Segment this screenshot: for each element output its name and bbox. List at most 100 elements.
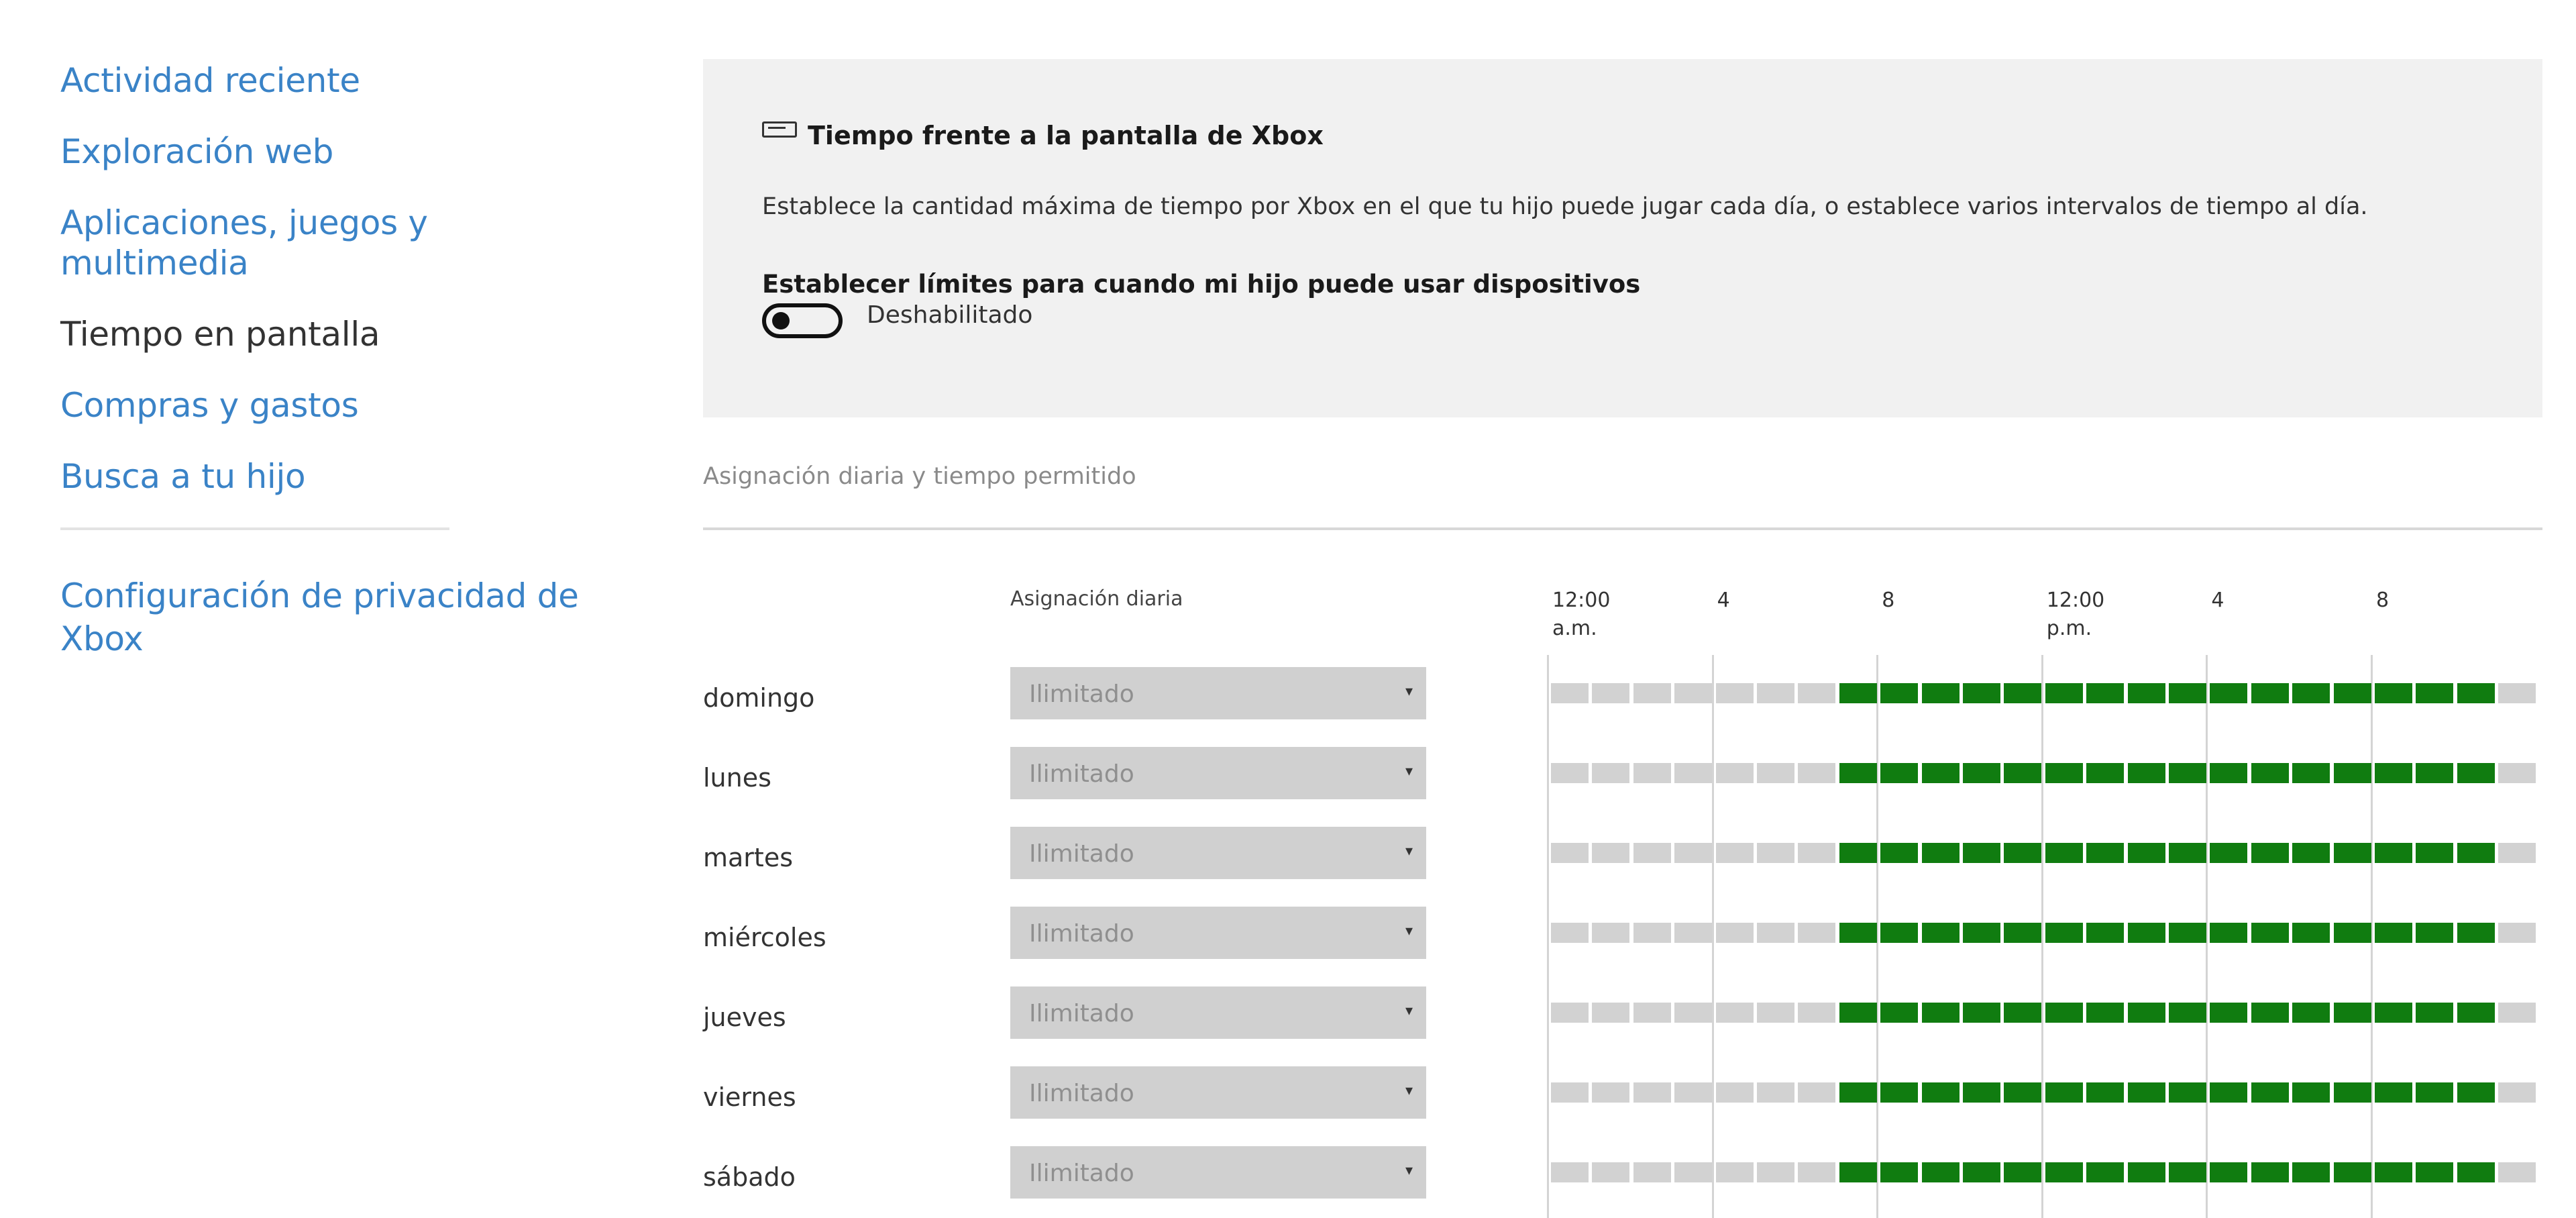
time-slot-blocked[interactable]	[2498, 1003, 2536, 1023]
daily-allowance-select[interactable]: Ilimitado ▾	[1010, 1146, 1426, 1199]
time-slot-allowed[interactable]	[2416, 1003, 2454, 1023]
time-slot-allowed[interactable]	[2210, 1003, 2248, 1023]
time-slot-allowed[interactable]	[1880, 763, 1919, 783]
time-slot-blocked[interactable]	[1757, 843, 1794, 863]
time-slot-allowed[interactable]	[2333, 923, 2371, 943]
time-slot-allowed[interactable]	[2210, 843, 2248, 863]
time-slot-blocked[interactable]	[1757, 763, 1794, 783]
time-slot-allowed[interactable]	[2251, 1162, 2289, 1182]
time-slot-blocked[interactable]	[1757, 683, 1794, 703]
time-slot-allowed[interactable]	[1839, 683, 1877, 703]
time-slot-allowed[interactable]	[2169, 1082, 2206, 1103]
time-slot-blocked[interactable]	[1757, 1003, 1794, 1023]
time-slot-allowed[interactable]	[2045, 683, 2083, 703]
time-slot-allowed[interactable]	[2004, 843, 2042, 863]
time-slot-blocked[interactable]	[1551, 763, 1589, 783]
time-slot-blocked[interactable]	[1798, 1003, 1836, 1023]
time-slot-blocked[interactable]	[1633, 683, 1671, 703]
time-slot-allowed[interactable]	[2045, 763, 2083, 783]
time-slot-blocked[interactable]	[1798, 843, 1836, 863]
time-slot-allowed[interactable]	[1963, 923, 2000, 943]
time-slot-allowed[interactable]	[1963, 1082, 2000, 1103]
time-slot-allowed[interactable]	[2004, 1082, 2042, 1103]
time-slot-allowed[interactable]	[2292, 763, 2330, 783]
time-slot-allowed[interactable]	[2375, 1003, 2412, 1023]
time-slot-blocked[interactable]	[1551, 1003, 1589, 1023]
time-slot-blocked[interactable]	[2498, 843, 2536, 863]
time-slot-blocked[interactable]	[1592, 683, 1630, 703]
time-slot-allowed[interactable]	[2375, 923, 2412, 943]
time-slot-allowed[interactable]	[1839, 923, 1877, 943]
time-slot-allowed[interactable]	[2210, 763, 2248, 783]
time-slot-blocked[interactable]	[1592, 1162, 1630, 1182]
time-slot-blocked[interactable]	[1551, 843, 1589, 863]
time-slot-blocked[interactable]	[1592, 1003, 1630, 1023]
time-slot-allowed[interactable]	[2333, 843, 2371, 863]
time-slot-allowed[interactable]	[2292, 923, 2330, 943]
daily-allowance-select[interactable]: Ilimitado ▾	[1010, 907, 1426, 959]
time-slot-blocked[interactable]	[1633, 1162, 1671, 1182]
daily-allowance-select[interactable]: Ilimitado ▾	[1010, 667, 1426, 719]
time-slot-allowed[interactable]	[2169, 923, 2206, 943]
sidebar-item-screen-time[interactable]: Tiempo en pantalla	[60, 314, 597, 354]
time-slot-allowed[interactable]	[2169, 1162, 2206, 1182]
time-slot-allowed[interactable]	[2457, 923, 2495, 943]
time-slot-blocked[interactable]	[1715, 923, 1754, 943]
time-slot-allowed[interactable]	[2004, 683, 2042, 703]
time-slot-allowed[interactable]	[2375, 683, 2412, 703]
time-slot-blocked[interactable]	[2498, 683, 2536, 703]
time-slot-allowed[interactable]	[2375, 1162, 2412, 1182]
sidebar-item-web-browsing[interactable]: Exploración web	[60, 132, 597, 172]
time-slot-blocked[interactable]	[1715, 683, 1754, 703]
time-slot-allowed[interactable]	[1880, 1162, 1919, 1182]
time-slot-allowed[interactable]	[2086, 843, 2125, 863]
time-slot-allowed[interactable]	[2457, 1082, 2495, 1103]
time-slot-allowed[interactable]	[1839, 1003, 1877, 1023]
time-slot-allowed[interactable]	[2045, 923, 2083, 943]
time-slot-allowed[interactable]	[1839, 1162, 1877, 1182]
time-slot-allowed[interactable]	[2004, 1162, 2042, 1182]
time-slot-blocked[interactable]	[1551, 1082, 1589, 1103]
time-slot-allowed[interactable]	[2292, 1003, 2330, 1023]
time-slot-allowed[interactable]	[2251, 923, 2289, 943]
time-slot-allowed[interactable]	[2086, 1082, 2125, 1103]
time-slot-allowed[interactable]	[2333, 763, 2371, 783]
time-slot-allowed[interactable]	[2292, 1082, 2330, 1103]
time-slot-allowed[interactable]	[1963, 763, 2000, 783]
daily-allowance-select[interactable]: Ilimitado ▾	[1010, 747, 1426, 799]
time-slot-allowed[interactable]	[1921, 923, 1960, 943]
time-slot-allowed[interactable]	[2251, 1003, 2289, 1023]
time-slot-allowed[interactable]	[2127, 1003, 2165, 1023]
time-slot-blocked[interactable]	[1757, 1162, 1794, 1182]
time-slot-allowed[interactable]	[2169, 683, 2206, 703]
time-slot-allowed[interactable]	[1963, 843, 2000, 863]
time-slot-allowed[interactable]	[2086, 923, 2125, 943]
time-slot-blocked[interactable]	[1715, 1082, 1754, 1103]
time-slot-allowed[interactable]	[2004, 1003, 2042, 1023]
time-slot-allowed[interactable]	[2127, 843, 2165, 863]
time-slot-allowed[interactable]	[2375, 1082, 2412, 1103]
time-slot-allowed[interactable]	[1921, 1003, 1960, 1023]
sidebar-item-find-child[interactable]: Busca a tu hijo	[60, 456, 597, 497]
time-slot-allowed[interactable]	[2333, 683, 2371, 703]
time-slot-allowed[interactable]	[1963, 683, 2000, 703]
time-slot-allowed[interactable]	[2292, 683, 2330, 703]
time-slot-allowed[interactable]	[1839, 843, 1877, 863]
time-slot-allowed[interactable]	[2086, 1162, 2125, 1182]
time-slot-allowed[interactable]	[1921, 683, 1960, 703]
time-slot-blocked[interactable]	[1798, 923, 1836, 943]
time-slot-allowed[interactable]	[1880, 1082, 1919, 1103]
time-slot-blocked[interactable]	[1715, 843, 1754, 863]
time-slot-allowed[interactable]	[1880, 843, 1919, 863]
time-slot-allowed[interactable]	[2004, 763, 2042, 783]
time-slot-allowed[interactable]	[2210, 683, 2248, 703]
time-slot-blocked[interactable]	[2498, 763, 2536, 783]
time-slot-blocked[interactable]	[1715, 1162, 1754, 1182]
time-slot-allowed[interactable]	[2086, 683, 2125, 703]
sidebar-item-xbox-privacy[interactable]: Configuración de privacidad de Xbox	[60, 574, 597, 660]
time-slot-allowed[interactable]	[2251, 1082, 2289, 1103]
time-slot-blocked[interactable]	[1551, 1162, 1589, 1182]
time-slot-blocked[interactable]	[1674, 763, 1713, 783]
time-slot-allowed[interactable]	[1963, 1003, 2000, 1023]
time-slot-allowed[interactable]	[2457, 763, 2495, 783]
